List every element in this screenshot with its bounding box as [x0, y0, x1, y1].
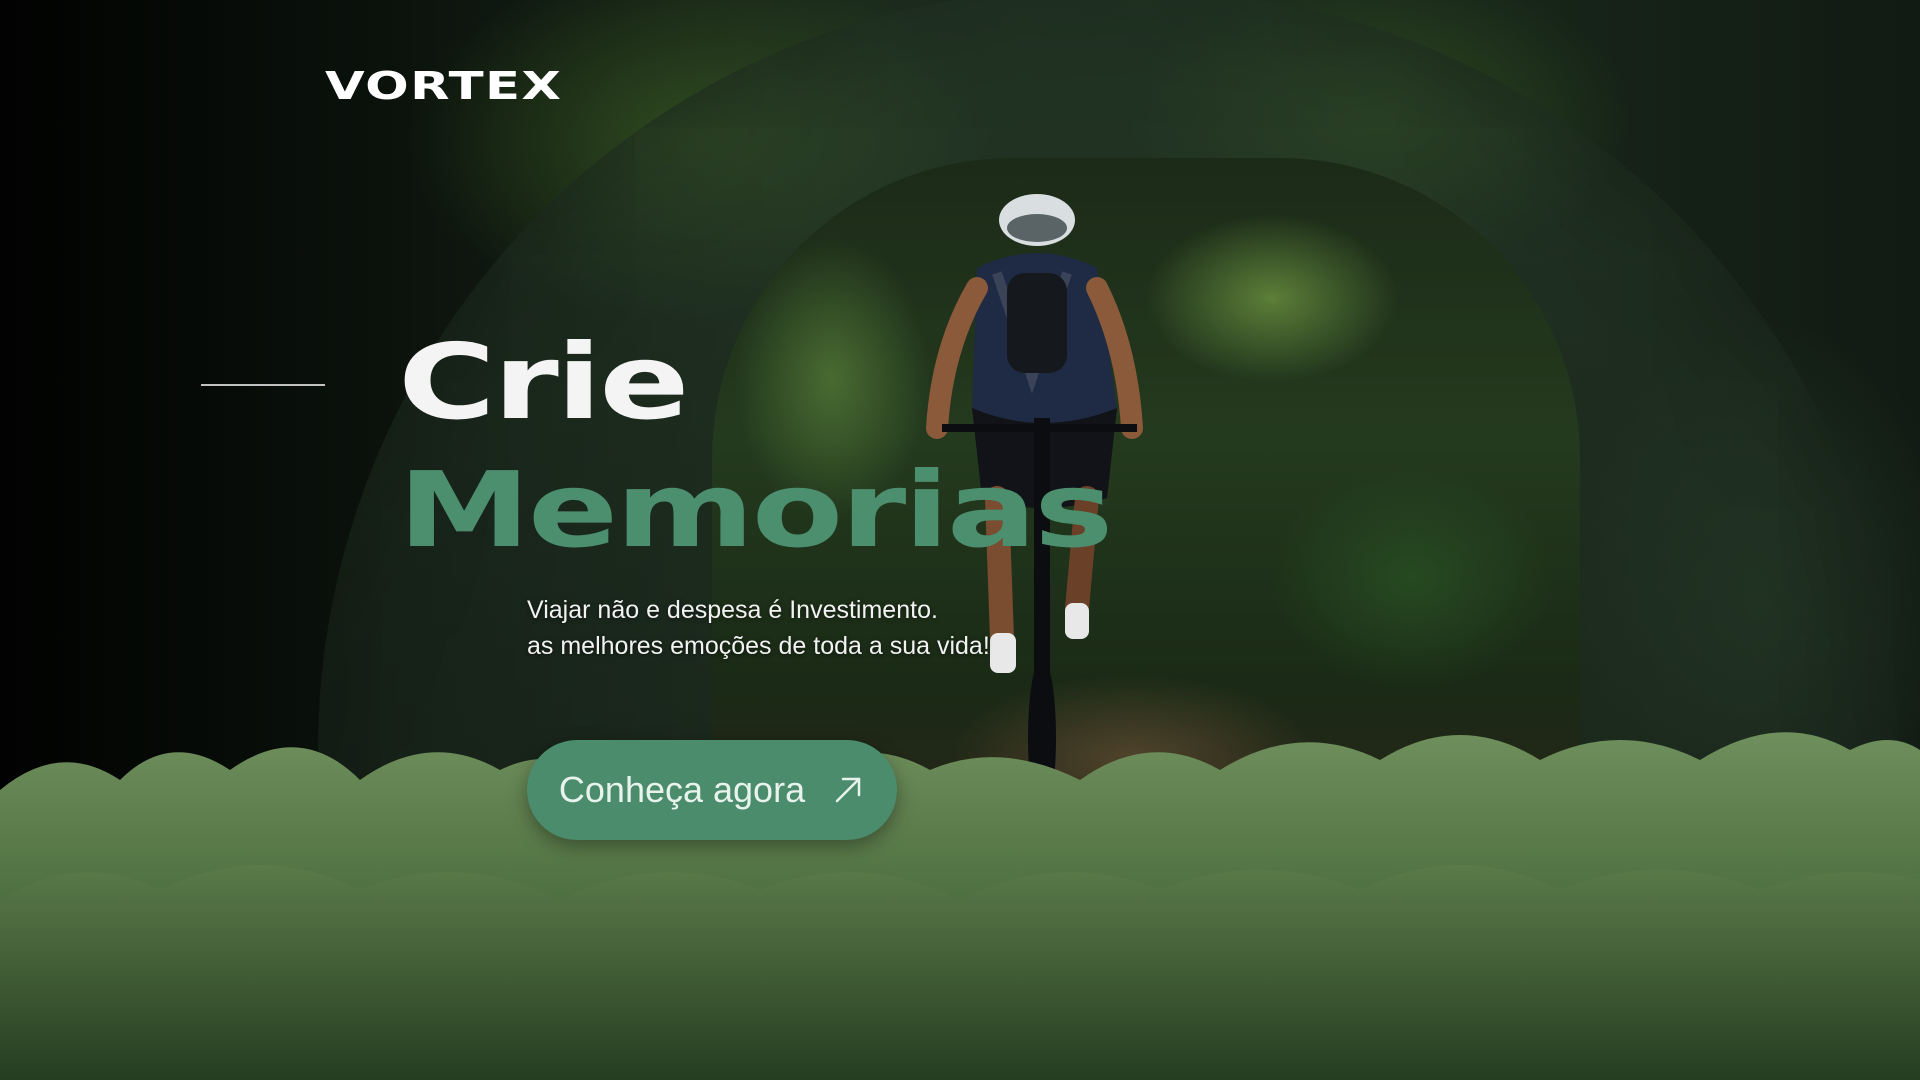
decorative-divider — [201, 384, 325, 386]
hero-subtitle-line2: as melhores emoções de toda a sua vida! — [527, 632, 990, 660]
hero-title-line2: Memorias — [398, 449, 1113, 571]
cta-button[interactable]: Conheça agora — [527, 740, 897, 840]
arrow-up-right-icon — [835, 777, 861, 803]
foreground-shrubs — [0, 732, 1920, 1080]
hero-section: VORTEX Crie Memorias Viajar não e despes… — [0, 0, 1920, 1080]
brand-logo[interactable]: VORTEX — [325, 64, 562, 108]
hero-title-line1: Crie — [398, 321, 690, 443]
hero-subtitle: Viajar não e despesa é Investimento. as … — [527, 592, 990, 664]
hero-subtitle-line1: Viajar não e despesa é Investimento. — [527, 596, 938, 624]
cta-label: Conheça agora — [558, 769, 806, 810]
